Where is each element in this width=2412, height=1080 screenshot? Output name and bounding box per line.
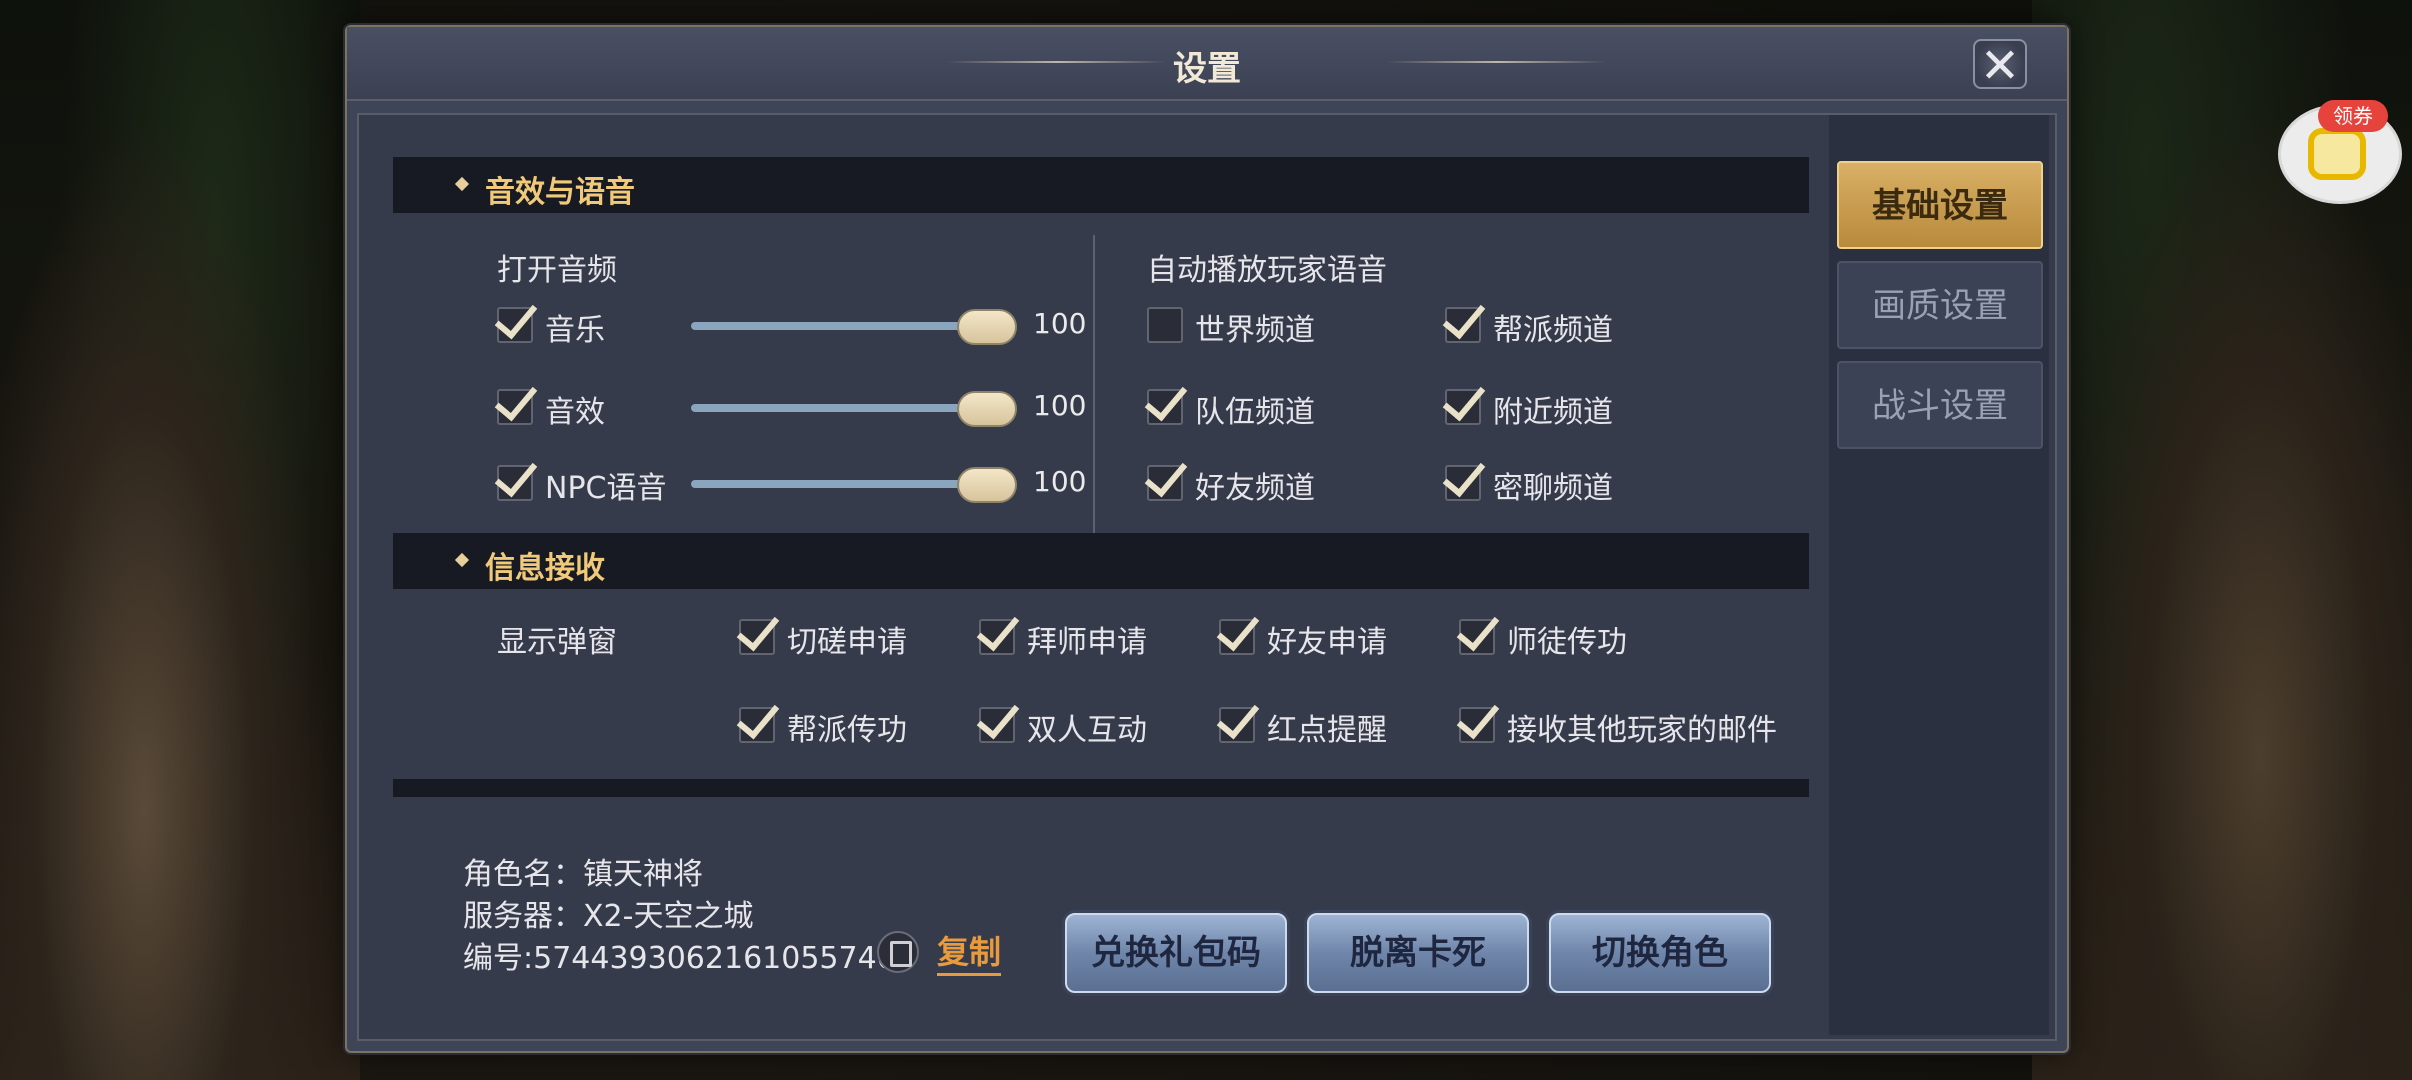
slider-knob[interactable] <box>957 467 1017 503</box>
section-title-tips: 提示 <box>485 789 545 797</box>
window-title: 设置 <box>1173 49 1241 89</box>
settings-tabs: 基础设置 画质设置 战斗设置 <box>1829 115 2049 1035</box>
close-icon: ✕ <box>1979 38 2021 94</box>
section-header-tips: 提示 <box>393 779 1809 797</box>
check-icon <box>736 694 780 740</box>
team-channel-label: 队伍频道 <box>1195 395 1315 430</box>
check-icon <box>494 376 538 422</box>
music-value: 100 <box>1033 307 1087 340</box>
gamepad-icon <box>2308 128 2366 180</box>
tab-basic-settings[interactable]: 基础设置 <box>1837 161 2043 249</box>
server-name: 服务器：X2-天空之城 <box>463 899 754 934</box>
copy-link[interactable]: 复制 <box>937 927 1002 976</box>
close-button[interactable]: ✕ <box>1973 39 2027 91</box>
guild-transfer-label: 帮派传功 <box>787 713 907 748</box>
spar-request-label: 切磋申请 <box>787 625 907 660</box>
duo-interact-label: 双人互动 <box>1027 713 1147 748</box>
npc-voice-label: NPC语音 <box>545 471 667 506</box>
friend-request-checkbox[interactable] <box>1216 606 1260 655</box>
sfx-slider[interactable] <box>691 373 1017 443</box>
check-icon <box>494 294 538 340</box>
guild-channel-checkbox[interactable] <box>1442 294 1486 343</box>
mail-label: 接收其他玩家的邮件 <box>1507 713 1777 748</box>
red-dot-checkbox[interactable] <box>1216 694 1260 743</box>
popup-label: 显示弹窗 <box>497 625 617 660</box>
music-checkbox[interactable] <box>494 294 538 343</box>
diamond-icon <box>454 552 470 568</box>
check-icon <box>976 694 1020 740</box>
sfx-value: 100 <box>1033 389 1087 422</box>
sfx-label: 音效 <box>545 395 605 430</box>
mentor-request-checkbox[interactable] <box>976 606 1020 655</box>
world-channel-label: 世界频道 <box>1195 313 1315 348</box>
check-icon <box>1216 694 1260 740</box>
check-icon <box>1442 376 1486 422</box>
check-icon <box>1442 452 1486 498</box>
mentor-transfer-checkbox[interactable] <box>1456 606 1500 655</box>
voice-label: 自动播放玩家语音 <box>1147 253 1387 288</box>
world-channel-checkbox[interactable] <box>1147 307 1183 343</box>
title-ornament-right <box>1387 61 1607 63</box>
settings-content: 音效与语音 打开音频 音乐 100 音效 100 NPC语音 100 自动播放玩… <box>393 157 1809 797</box>
duo-interact-checkbox[interactable] <box>976 694 1020 743</box>
mentor-transfer-label: 师徒传功 <box>1507 625 1627 660</box>
whisper-channel-checkbox[interactable] <box>1442 452 1486 501</box>
section-header-sound: 音效与语音 <box>393 157 1809 213</box>
column-divider <box>1093 235 1095 535</box>
guild-transfer-checkbox[interactable] <box>736 694 780 743</box>
sfx-checkbox[interactable] <box>494 376 538 425</box>
check-icon <box>1144 376 1188 422</box>
spar-request-checkbox[interactable] <box>736 606 780 655</box>
red-dot-label: 红点提醒 <box>1267 713 1387 748</box>
settings-panel: 音效与语音 打开音频 音乐 100 音效 100 NPC语音 100 自动播放玩… <box>357 113 2057 1041</box>
clipboard-icon[interactable] <box>877 931 919 973</box>
friend-channel-label: 好友频道 <box>1195 471 1315 506</box>
title-bar: 设置 ✕ <box>347 27 2067 101</box>
nearby-channel-checkbox[interactable] <box>1442 376 1486 425</box>
tab-graphics-settings[interactable]: 画质设置 <box>1837 261 2043 349</box>
friend-request-label: 好友申请 <box>1267 625 1387 660</box>
npc-voice-checkbox[interactable] <box>494 452 538 501</box>
tab-combat-settings[interactable]: 战斗设置 <box>1837 361 2043 449</box>
whisper-channel-label: 密聊频道 <box>1493 471 1613 506</box>
check-icon <box>494 452 538 498</box>
check-icon <box>1456 606 1500 652</box>
nearby-channel-label: 附近频道 <box>1493 395 1613 430</box>
coupon-button[interactable]: 领券 <box>2278 100 2402 204</box>
settings-window: 设置 ✕ 音效与语音 打开音频 音乐 100 音效 100 NPC语音 100 … <box>345 25 2069 1053</box>
role-id: 编号:5744393062161055746 <box>463 941 896 976</box>
switch-role-button[interactable]: 切换角色 <box>1549 913 1771 993</box>
role-name: 角色名：镇天神将 <box>463 857 703 892</box>
friend-channel-checkbox[interactable] <box>1144 452 1188 501</box>
section-title-info: 信息接收 <box>485 551 605 586</box>
slider-knob[interactable] <box>957 309 1017 345</box>
section-header-info: 信息接收 <box>393 533 1809 589</box>
coupon-label: 领券 <box>2318 100 2388 132</box>
unstuck-button[interactable]: 脱离卡死 <box>1307 913 1529 993</box>
check-icon <box>976 606 1020 652</box>
guild-channel-label: 帮派频道 <box>1493 313 1613 348</box>
check-icon <box>1442 294 1486 340</box>
audio-label: 打开音频 <box>497 253 617 288</box>
npc-voice-slider[interactable] <box>691 449 1017 519</box>
check-icon <box>736 606 780 652</box>
check-icon <box>1144 452 1188 498</box>
slider-knob[interactable] <box>957 391 1017 427</box>
music-slider[interactable] <box>691 291 1017 361</box>
music-label: 音乐 <box>545 313 605 348</box>
mail-checkbox[interactable] <box>1456 694 1500 743</box>
team-channel-checkbox[interactable] <box>1144 376 1188 425</box>
diamond-icon <box>454 176 470 192</box>
check-icon <box>1456 694 1500 740</box>
mentor-request-label: 拜师申请 <box>1027 625 1147 660</box>
check-icon <box>1216 606 1260 652</box>
background-left <box>0 0 360 1080</box>
redeem-code-button[interactable]: 兑换礼包码 <box>1065 913 1287 993</box>
npc-voice-value: 100 <box>1033 465 1087 498</box>
section-title-sound: 音效与语音 <box>485 175 635 210</box>
